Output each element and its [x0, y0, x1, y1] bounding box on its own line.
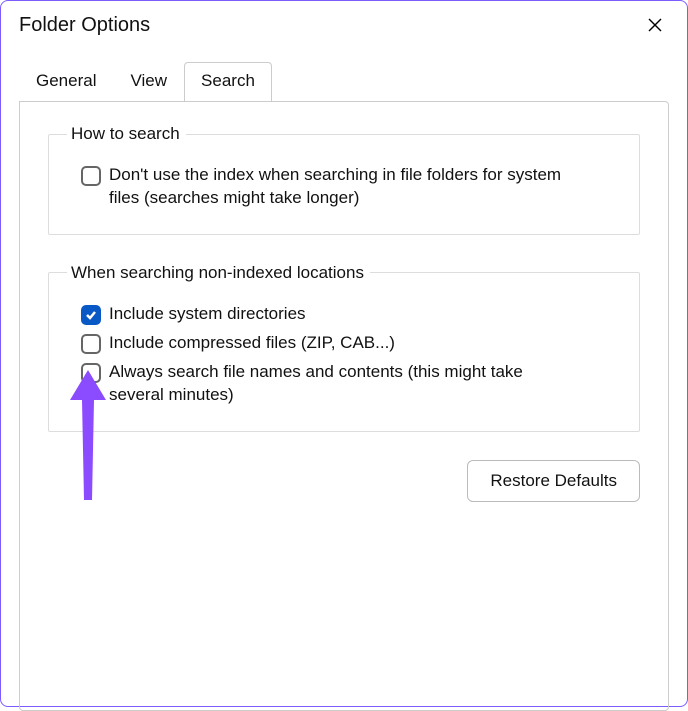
group-non-indexed: When searching non-indexed locations Inc…: [48, 263, 640, 432]
option-include-compressed: Include compressed files (ZIP, CAB...): [81, 332, 621, 355]
label-include-system-dirs: Include system directories: [109, 303, 306, 326]
search-tab-panel: How to search Don't use the index when s…: [19, 101, 669, 711]
close-icon: [647, 17, 663, 33]
label-dont-use-index: Don't use the index when searching in fi…: [109, 164, 579, 210]
restore-row: Restore Defaults: [48, 460, 640, 502]
tab-view[interactable]: View: [113, 62, 184, 102]
option-include-system-dirs: Include system directories: [81, 303, 621, 326]
checkbox-dont-use-index[interactable]: [81, 166, 101, 186]
tab-search[interactable]: Search: [184, 62, 272, 102]
checkbox-always-search-contents[interactable]: [81, 363, 101, 383]
tab-bar: General View Search: [1, 61, 687, 101]
group-non-indexed-legend: When searching non-indexed locations: [67, 263, 370, 283]
folder-options-window: Folder Options General View Search How t…: [0, 0, 688, 707]
group-how-to-search: How to search Don't use the index when s…: [48, 124, 640, 235]
close-button[interactable]: [641, 11, 669, 39]
option-dont-use-index: Don't use the index when searching in fi…: [81, 164, 621, 210]
checkbox-include-system-dirs[interactable]: [81, 305, 101, 325]
titlebar: Folder Options: [1, 1, 687, 45]
checkbox-include-compressed[interactable]: [81, 334, 101, 354]
tab-general[interactable]: General: [19, 62, 113, 102]
group-how-to-search-legend: How to search: [67, 124, 186, 144]
window-title: Folder Options: [19, 14, 150, 37]
option-always-search-contents: Always search file names and contents (t…: [81, 361, 621, 407]
label-include-compressed: Include compressed files (ZIP, CAB...): [109, 332, 395, 355]
label-always-search-contents: Always search file names and contents (t…: [109, 361, 579, 407]
restore-defaults-button[interactable]: Restore Defaults: [467, 460, 640, 502]
